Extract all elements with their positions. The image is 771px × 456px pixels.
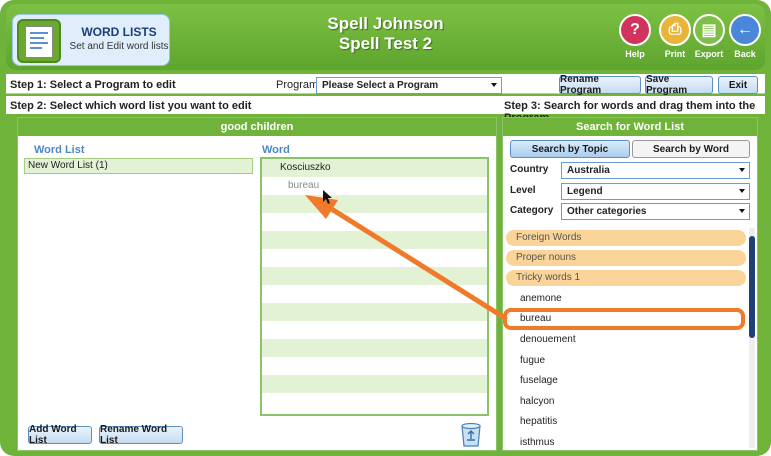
drag-arrow-overlay	[305, 190, 508, 321]
